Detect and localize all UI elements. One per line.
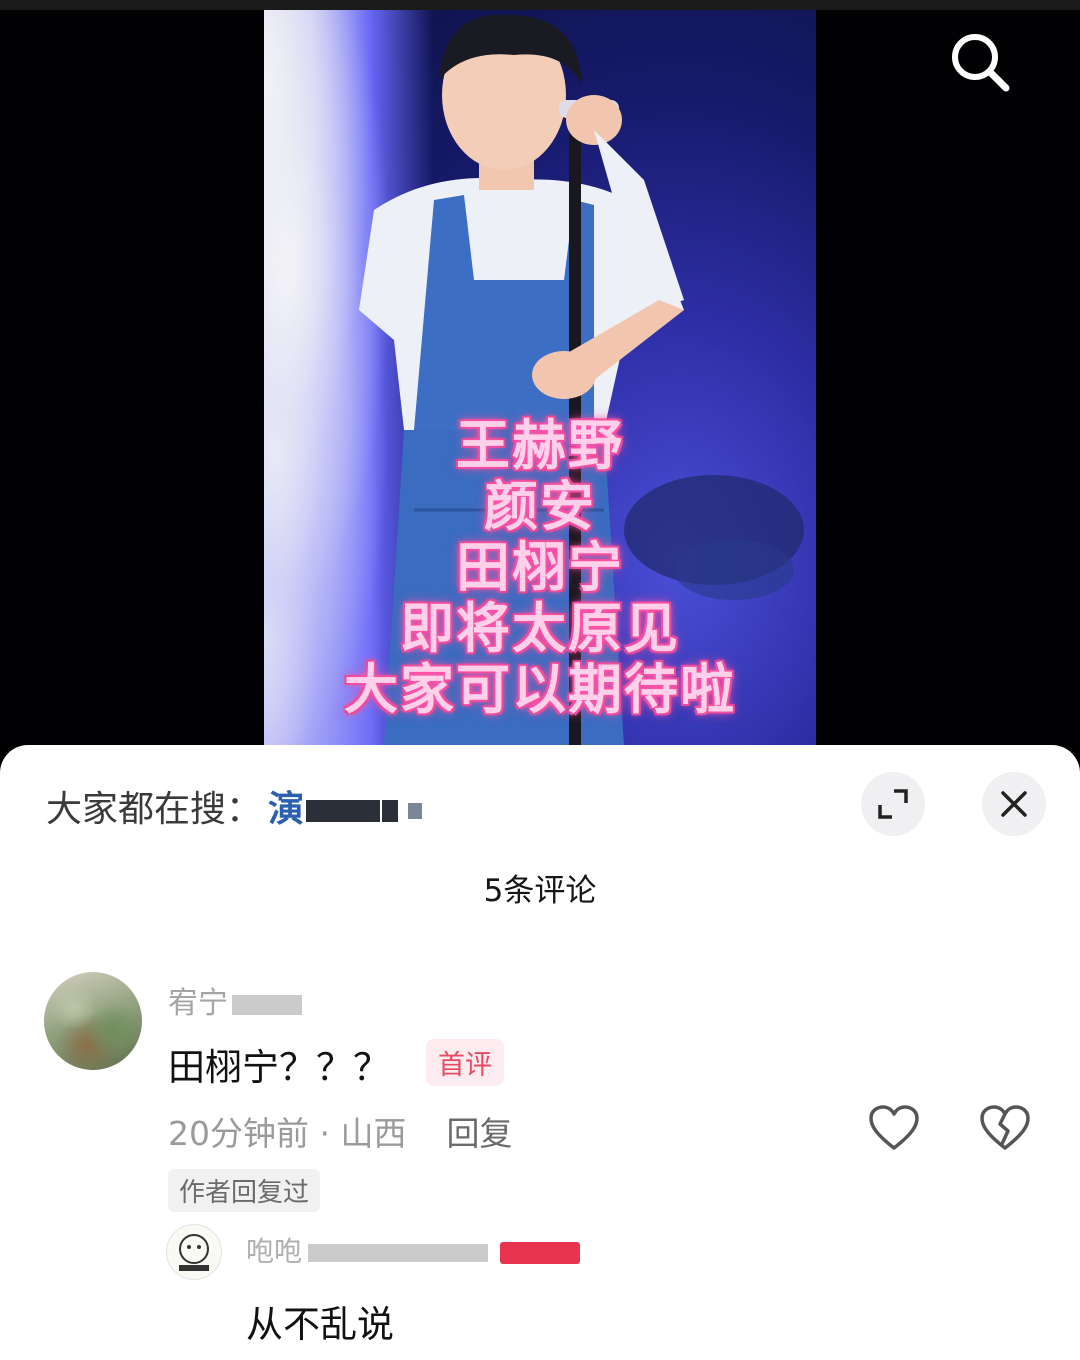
reply-button[interactable]: 回复 (446, 1114, 512, 1153)
avatar[interactable] (44, 972, 142, 1070)
overlay-line: 田栩宁 (456, 535, 624, 599)
overlay-line: 王赫野 (456, 413, 624, 477)
search-icon (952, 34, 1010, 92)
dislike-button[interactable] (979, 1104, 1031, 1152)
search-button[interactable] (948, 30, 1012, 94)
reply-username[interactable]: 咆咆 (246, 1230, 581, 1270)
comment-sheet: 大家都在搜：演 5条评论 宥宁 田栩宁？？？ 首评 20分钟前 · 山西 回复 作… (0, 745, 1080, 1360)
redacted-mark (306, 800, 381, 822)
avatar-logo-icon (179, 1234, 209, 1271)
comment-time: 20分钟前 (168, 1114, 309, 1153)
author-replied-tag[interactable]: 作者回复过 (168, 1169, 321, 1212)
redacted-badge (500, 1242, 581, 1264)
everyone-search-bar[interactable]: 大家都在搜：演 (46, 780, 423, 832)
overlay-line: 即将太原见 (400, 596, 680, 660)
reply-avatar[interactable] (166, 1224, 222, 1280)
broken-heart-icon (980, 1105, 1030, 1150)
overlay-line: 颜安 (484, 474, 596, 538)
close-icon (1001, 791, 1027, 817)
redacted-mark (232, 994, 302, 1015)
heart-icon (869, 1105, 919, 1150)
overlay-line: 大家可以期待啦 (344, 657, 736, 721)
redacted-mark (382, 800, 399, 822)
everyone-search-keyword[interactable]: 演 (268, 789, 304, 830)
video-player[interactable]: 王赫野 颜安 田栩宁 即将太原见 大家可以期待啦 (0, 0, 1080, 745)
close-button[interactable] (982, 772, 1046, 836)
comment-region: 山西 (340, 1114, 407, 1153)
expand-button[interactable] (861, 772, 925, 836)
first-comment-badge: 首评 (426, 1039, 504, 1086)
comment-username[interactable]: 宥宁 (168, 978, 302, 1022)
status-strip (0, 0, 1080, 10)
username-text: 宥宁 (168, 986, 228, 1021)
video-frame[interactable]: 王赫野 颜安 田栩宁 即将太原见 大家可以期待啦 (264, 10, 816, 745)
username-text: 咆咆 (246, 1235, 303, 1268)
like-button[interactable] (868, 1104, 920, 1152)
comment-text[interactable]: 田栩宁？？？ (168, 1037, 390, 1091)
everyone-search-label: 大家都在搜： (46, 789, 263, 830)
comment-meta: 20分钟前 · 山西 回复 (168, 1114, 513, 1153)
video-caption-overlay: 王赫野 颜安 田栩宁 即将太原见 大家可以期待啦 (264, 415, 816, 720)
expand-icon (878, 789, 908, 819)
redacted-mark (408, 803, 423, 819)
reply-text[interactable]: 从不乱说 (246, 1294, 394, 1348)
redacted-mark (308, 1244, 489, 1262)
comment-count: 5条评论 (483, 873, 597, 909)
